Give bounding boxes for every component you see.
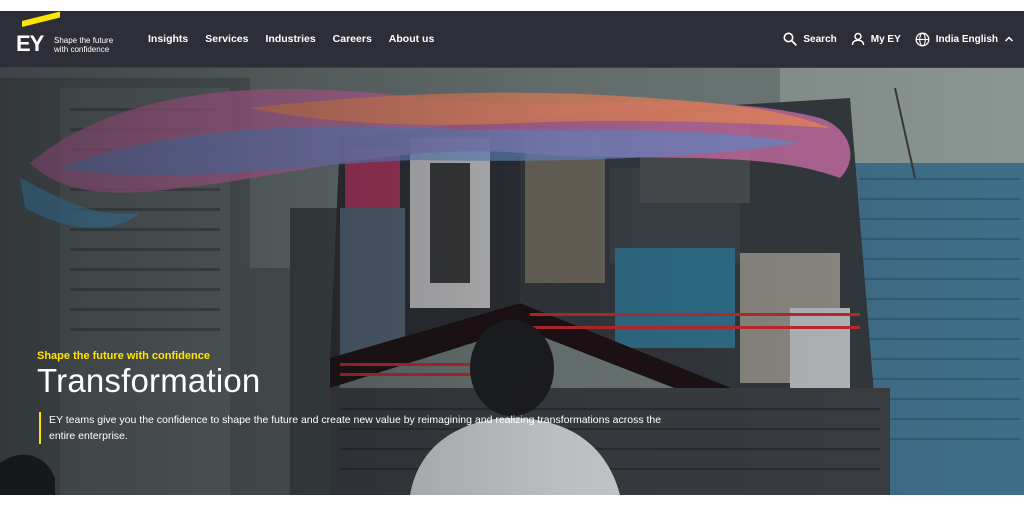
user-icon	[851, 32, 864, 46]
locale-selector[interactable]: India English	[915, 32, 1014, 47]
search-button[interactable]: Search	[783, 32, 837, 46]
search-icon	[783, 32, 798, 46]
hero-eyebrow: Shape the future with confidence	[37, 350, 210, 362]
chevron-up-icon	[1004, 36, 1014, 42]
hero-banner: Shape the future with confidence Transfo…	[0, 68, 1024, 495]
my-ey-button[interactable]: My EY	[851, 32, 901, 46]
my-ey-label: My EY	[870, 33, 901, 45]
nav-item-careers[interactable]: Careers	[333, 33, 372, 45]
logo-tagline: Shape the future with confidence	[54, 36, 124, 54]
nav-item-industries[interactable]: Industries	[265, 33, 315, 45]
utility-menu: Search My EY India English	[783, 11, 1014, 67]
page-frame: EY Shape the future with confidence Insi…	[0, 11, 1024, 495]
nav-item-insights[interactable]: Insights	[148, 33, 188, 45]
logo-tagline-line1: Shape the future	[54, 36, 114, 45]
hero-description: EY teams give you the confidence to shap…	[39, 412, 669, 444]
ey-logo[interactable]: EY Shape the future with confidence	[16, 11, 126, 61]
hero-title: Transformation	[37, 362, 261, 399]
logo-tagline-line2: with confidence	[54, 45, 110, 54]
logo-wordmark: EY	[16, 31, 44, 56]
nav-item-about-us[interactable]: About us	[389, 33, 435, 45]
globe-icon	[915, 32, 930, 46]
logo-beam-icon	[22, 11, 60, 27]
search-label: Search	[803, 33, 837, 45]
locale-label: India English	[935, 33, 998, 45]
top-navigation: EY Shape the future with confidence Insi…	[0, 11, 1024, 68]
main-menu: Insights Services Industries Careers Abo…	[148, 11, 434, 67]
nav-item-services[interactable]: Services	[205, 33, 248, 45]
